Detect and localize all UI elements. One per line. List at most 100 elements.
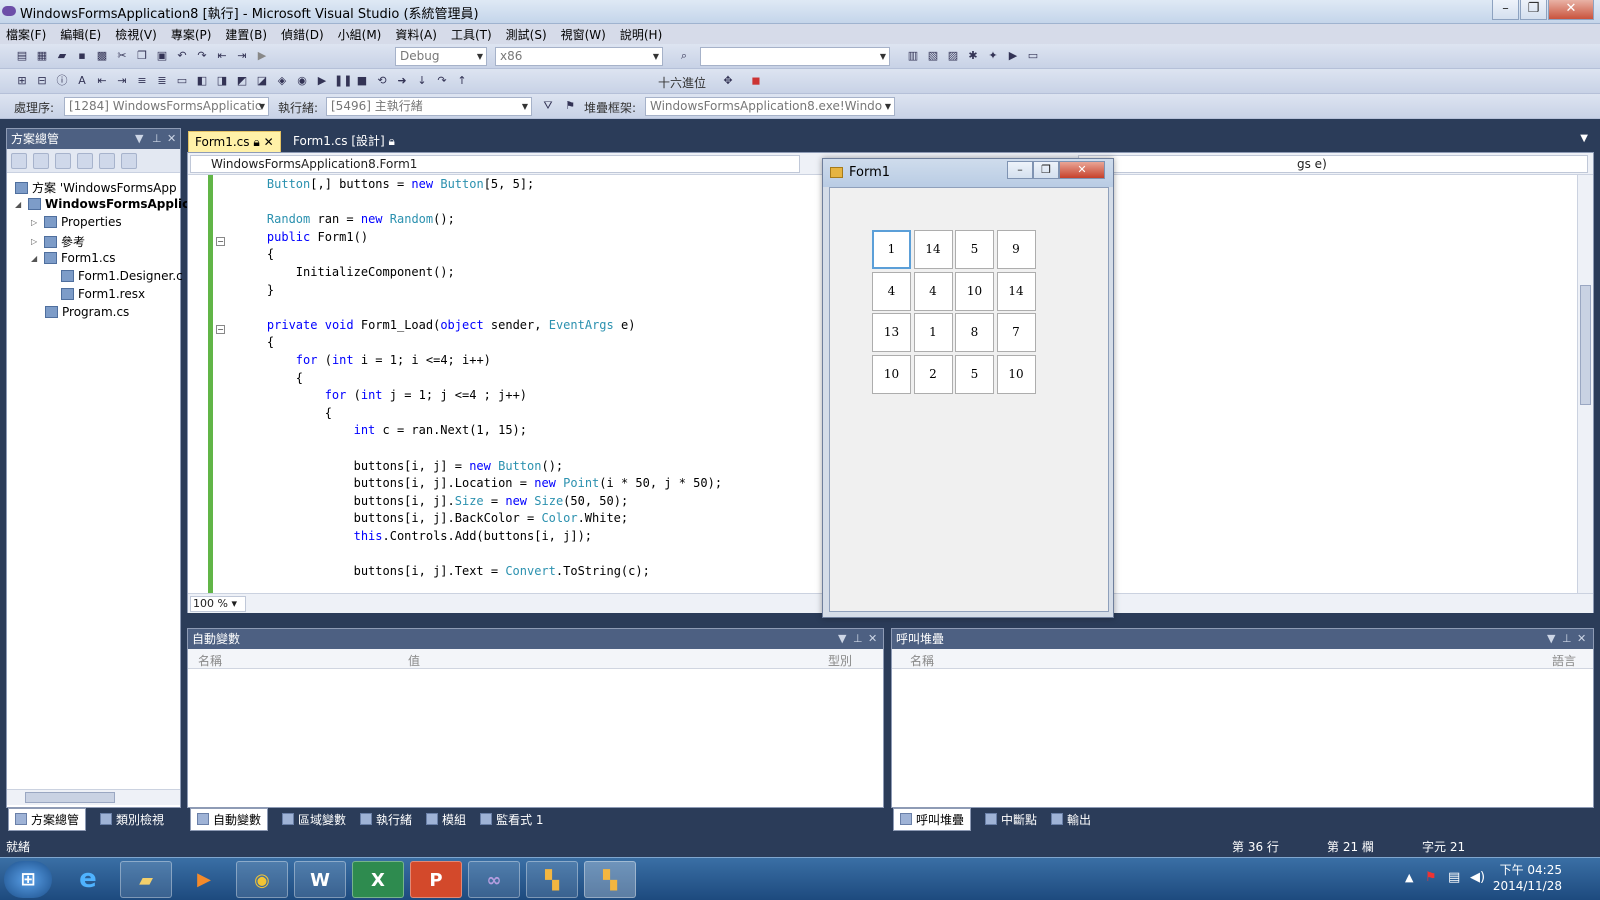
grid-button[interactable]: 7 (996, 313, 1036, 352)
network-icon[interactable]: ▤ (1448, 870, 1460, 885)
filter-icon[interactable]: ⛛ (540, 98, 556, 114)
toolbox-icon[interactable]: ✱ (965, 48, 981, 64)
grid-button[interactable]: 10 (996, 354, 1036, 394)
collapse-icon[interactable]: ◢ (31, 254, 41, 263)
flag-icon[interactable]: ⚑ (562, 98, 578, 114)
parameter-info-icon[interactable]: ⊟ (34, 73, 50, 89)
grid-button[interactable]: 14 (913, 230, 953, 269)
properties-icon[interactable]: ▧ (925, 48, 941, 64)
menu-view[interactable]: 檢視(V) (115, 26, 157, 43)
tab-watch1[interactable]: 監看式 1 (480, 811, 544, 828)
exception-icon[interactable]: ◼ (748, 73, 764, 89)
type-dropdown[interactable]: WindowsFormsApplication8.Form1 (190, 155, 800, 173)
word-complete-icon[interactable]: A (74, 73, 90, 89)
tray-expand-icon[interactable]: ▲ (1405, 871, 1413, 884)
grid-button[interactable]: 10 (955, 271, 994, 311)
class-diagram-icon[interactable] (121, 153, 137, 169)
uncomment-icon[interactable]: ≣ (154, 73, 170, 89)
taskbar-winforms-app-1[interactable]: ▚ (526, 861, 578, 898)
taskbar-word[interactable]: W (294, 861, 346, 898)
tab-autos[interactable]: 自動變數 (190, 807, 269, 831)
view-code-icon[interactable] (77, 153, 93, 169)
save-icon[interactable]: ▪ (74, 48, 90, 64)
new-project-icon[interactable]: ▤ (14, 48, 30, 64)
display-object-member-icon[interactable]: ⊞ (14, 73, 30, 89)
panel-close-icon[interactable]: ✕ (167, 129, 176, 149)
taskbar-excel[interactable]: X (352, 861, 404, 898)
bookmark-icon[interactable]: ▭ (174, 73, 190, 89)
grid-button[interactable]: 5 (955, 354, 994, 394)
solution-config-select[interactable]: Debug ▼ (395, 47, 487, 66)
grid-button[interactable]: 9 (996, 230, 1036, 269)
maximize-button[interactable]: ❐ (1520, 0, 1547, 20)
scrollbar-thumb[interactable] (1580, 285, 1591, 405)
system-clock[interactable]: 下午 04:25 2014/11/28 (1493, 862, 1562, 894)
tab-call-stack[interactable]: 呼叫堆疊 (893, 807, 972, 831)
menu-team[interactable]: 小組(M) (338, 26, 382, 43)
fold-toggle-icon[interactable]: − (216, 325, 225, 334)
horizontal-scrollbar[interactable] (7, 789, 180, 805)
menu-data[interactable]: 資料(A) (395, 26, 437, 43)
quick-info-icon[interactable]: ⓘ (54, 73, 70, 89)
vertical-scrollbar[interactable] (1577, 175, 1593, 593)
navigate-forward-icon[interactable]: ⇥ (234, 48, 250, 64)
menu-edit[interactable]: 編輯(E) (60, 26, 101, 43)
thread-select[interactable]: [5496] 主執行緒 ▼ (326, 97, 532, 116)
show-all-files-icon[interactable] (33, 153, 49, 169)
zoom-select[interactable]: 100 % ▾ (190, 596, 246, 612)
prev-bookmark-icon[interactable]: ◧ (194, 73, 210, 89)
form1-close-button[interactable]: ✕ (1059, 161, 1105, 179)
redo-icon[interactable]: ↷ (194, 48, 210, 64)
menu-debug[interactable]: 偵錯(D) (281, 26, 324, 43)
clear-bookmark-icon[interactable]: ◩ (234, 73, 250, 89)
panel-close-icon[interactable]: ✕ (1577, 629, 1586, 649)
refresh-icon[interactable] (55, 153, 71, 169)
pin-icon[interactable]: ⊥ (152, 129, 162, 149)
form1-minimize-button[interactable]: – (1007, 161, 1033, 179)
menu-project[interactable]: 專案(P) (171, 26, 212, 43)
grid-button[interactable]: 10 (872, 354, 911, 394)
tab-threads[interactable]: 執行緒 (360, 811, 412, 828)
panel-dropdown-icon[interactable]: ▼ (135, 129, 143, 149)
platform-select[interactable]: x86 ▼ (495, 47, 663, 66)
close-button[interactable]: ✕ (1548, 0, 1594, 20)
breakpoints-window-icon[interactable]: ✥ (720, 73, 736, 89)
increase-indent-icon[interactable]: ⇥ (114, 73, 130, 89)
add-item-icon[interactable]: ▦ (34, 48, 50, 64)
restart-icon[interactable]: ⟲ (374, 73, 390, 89)
taskbar-media-player[interactable]: ▶ (178, 861, 230, 898)
panel-dropdown-icon[interactable]: ▼ (838, 629, 846, 649)
open-icon[interactable]: ▰ (54, 48, 70, 64)
fold-toggle-icon[interactable]: − (216, 237, 225, 246)
expand-icon[interactable]: ▷ (31, 237, 41, 246)
column-value[interactable]: 值 (408, 652, 420, 669)
expand-icon[interactable]: ▷ (31, 218, 41, 227)
next-bookmark-icon[interactable]: ◨ (214, 73, 230, 89)
member-dropdown[interactable]: gs e) (1078, 155, 1588, 173)
undo-icon[interactable]: ↶ (174, 48, 190, 64)
grid-button[interactable]: 13 (872, 313, 911, 352)
taskbar-explorer[interactable]: ▰ (120, 861, 172, 898)
grid-button[interactable]: 8 (955, 313, 994, 352)
grid-button[interactable]: 14 (996, 271, 1036, 311)
cut-icon[interactable]: ✂ (114, 48, 130, 64)
scrollbar-thumb[interactable] (25, 792, 115, 803)
grid-button[interactable]: 4 (872, 271, 911, 311)
grid-button[interactable]: 2 (913, 354, 953, 394)
grid-button[interactable]: 1 (913, 313, 953, 352)
tab-form1-designer[interactable]: Form1.cs [設計] 🔒︎ (287, 131, 401, 152)
step-icon[interactable]: ◉ (294, 73, 310, 89)
show-next-statement-icon[interactable]: ➜ (394, 73, 410, 89)
grid-button[interactable]: 4 (913, 271, 953, 311)
minimize-button[interactable]: – (1492, 0, 1519, 20)
taskbar-winforms-app-2[interactable]: ▚ (584, 861, 636, 898)
collapse-icon[interactable]: ◢ (15, 200, 25, 209)
decrease-indent-icon[interactable]: ⇤ (94, 73, 110, 89)
save-all-icon[interactable]: ▩ (94, 48, 110, 64)
grid-button[interactable]: 1 (872, 230, 911, 269)
tree-form1-designer[interactable]: Form1.Designer.c (61, 269, 183, 283)
step-into-icon[interactable]: ↓ (414, 73, 430, 89)
start-debugging-icon[interactable]: ▶ (254, 48, 270, 64)
tree-properties[interactable]: ▷ Properties (31, 215, 122, 229)
menu-file[interactable]: 檔案(F) (6, 26, 46, 43)
